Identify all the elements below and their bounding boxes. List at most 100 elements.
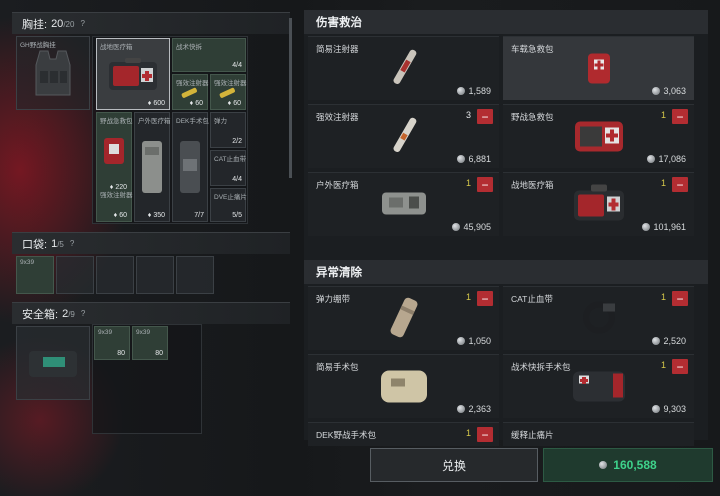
safe-container-slot[interactable] (16, 326, 90, 400)
pouch-slot-4[interactable] (136, 256, 174, 294)
firstaid-icon (104, 137, 124, 164)
exchange-button[interactable]: 兑换 (370, 448, 538, 482)
coin-icon (452, 223, 461, 231)
pouch-slot-2[interactable] (56, 256, 94, 294)
coin-icon (642, 223, 651, 231)
coin-icon (457, 87, 466, 95)
slot-value: ♦ 600 (147, 100, 165, 107)
vest-slot[interactable]: GH野战胸挂 (16, 36, 90, 110)
item-name: 野战急救包 (511, 112, 554, 122)
pouch-header: 口袋: 1/5 ? (12, 232, 290, 254)
item-image (379, 188, 429, 223)
safe-header: 安全箱: 2/9 ? (12, 302, 290, 324)
item-name: 弹力绷带 (316, 294, 351, 304)
item-price: 1,589 (457, 86, 491, 96)
pouch-slot-5[interactable] (176, 256, 214, 294)
minus-button[interactable]: − (672, 177, 688, 192)
cleanse-item-card[interactable]: CAT止血带 1− 2,520 (503, 286, 694, 350)
item-price: 6,881 (457, 154, 491, 164)
inventory-panel: 胸挂: 20/20 ? GH野战胸挂 战地医疗箱 ♦ 600 战术快拆 4/4 … (12, 12, 290, 442)
item-price: 3,063 (652, 86, 686, 96)
outdoor-kit-icon (142, 141, 162, 193)
minus-button[interactable]: − (672, 291, 688, 306)
heal-item-card[interactable]: 车载急救包 3,063 (503, 36, 694, 100)
scrollbar[interactable] (289, 18, 292, 178)
minus-button[interactable]: − (477, 177, 493, 192)
cleanse-item-card[interactable]: DEK野战手术包 1− (308, 422, 499, 446)
category-cleanse: 异常清除 (304, 260, 708, 284)
item-image (391, 45, 417, 94)
item-name: 强效注射器 (316, 112, 359, 122)
item-price: 17,086 (647, 154, 686, 164)
cleanse-item-card[interactable]: 战术快拆手术包 1− 9,303 (503, 354, 694, 418)
slot-painkiller[interactable]: DVE止痛片 5/5 (210, 188, 247, 222)
item-qty: 1 (660, 110, 666, 120)
item-name: 简易注射器 (316, 44, 359, 54)
coin-icon (647, 155, 656, 163)
item-name: 简易手术包 (316, 362, 359, 372)
item-price: 2,363 (457, 404, 491, 414)
item-name: 战术快拆手术包 (511, 362, 571, 372)
item-qty: 1 (465, 428, 471, 438)
dek-kit-icon (180, 141, 200, 193)
slot-injector-b[interactable]: 强效注射器 ♦ 60 (210, 74, 247, 110)
category-heal: 伤害救治 (304, 10, 708, 34)
cleanse-item-card[interactable]: 简易手术包 2,363 (308, 354, 499, 418)
item-price: 2,520 (652, 336, 686, 346)
vest-label: 胸挂: (22, 18, 48, 31)
vest-icon (35, 50, 71, 96)
item-price: 45,905 (452, 222, 491, 232)
help-icon[interactable]: ? (70, 239, 74, 248)
minus-button[interactable]: − (477, 291, 493, 306)
minus-button[interactable]: − (477, 109, 493, 124)
minus-button[interactable]: − (672, 359, 688, 374)
item-image (387, 293, 421, 346)
item-qty: 1 (465, 292, 471, 302)
injector-icon (219, 87, 235, 98)
safe-box-icon (29, 351, 77, 377)
item-name: 战地医疗箱 (511, 180, 554, 190)
minus-button[interactable]: − (672, 109, 688, 124)
item-qty: 1 (660, 292, 666, 302)
pouch-slot-3[interactable] (96, 256, 134, 294)
coin-icon (652, 87, 661, 95)
item-image (582, 47, 616, 92)
slot-tourniquet[interactable]: CAT止血带 4/4 (210, 150, 246, 186)
item-qty: 1 (660, 360, 666, 370)
safe-item-ammo-1[interactable]: 9x39 80 (94, 326, 130, 360)
coin-icon (457, 155, 466, 163)
coin-icon (457, 405, 466, 413)
slot-dek-kit[interactable]: DEK手术包 7/7 (172, 112, 209, 222)
item-price: 1,050 (457, 336, 491, 346)
heal-item-card[interactable]: 强效注射器 3− 6,881 (308, 104, 499, 168)
coin-icon (652, 337, 661, 345)
help-icon[interactable]: ? (80, 19, 84, 28)
total-price: 160,588 (543, 448, 713, 482)
item-image (391, 113, 417, 162)
safe-item-ammo-2[interactable]: 9x39 80 (132, 326, 168, 360)
item-name: CAT止血带 (511, 294, 553, 304)
slot-outdoor-kit[interactable]: 户外医疗箱 ♦ 350 (134, 112, 171, 222)
item-name: DEK野战手术包 (316, 430, 376, 440)
slot-surgery-kit[interactable]: 战术快拆 4/4 (172, 38, 246, 72)
vest-count: 20/20 (51, 17, 75, 30)
heal-item-card[interactable]: 野战急救包 1− 17,086 (503, 104, 694, 168)
slot-bandage[interactable]: 弹力 2/2 (210, 112, 246, 148)
total-value: 160,588 (613, 458, 657, 472)
item-name: 车载急救包 (511, 44, 554, 54)
cleanse-item-card[interactable]: 弹力绷带 1− 1,050 (308, 286, 499, 350)
cleanse-item-card[interactable]: 缓释止痛片 (503, 422, 694, 446)
item-qty: 1 (465, 178, 471, 188)
heal-item-card[interactable]: 户外医疗箱 1− 45,905 (308, 172, 499, 236)
pouch-slot-1[interactable]: 9x39 (16, 256, 54, 294)
item-qty: 1 (660, 178, 666, 188)
injector-icon (181, 87, 197, 98)
heal-item-card[interactable]: 战地医疗箱 1− 101,961 (503, 172, 694, 236)
help-icon[interactable]: ? (81, 309, 85, 318)
slot-firstaid[interactable]: 野战急救包 ♦ 220 强效注射器 ♦ 60 (96, 112, 133, 222)
slot-injector-a[interactable]: 强效注射器 ♦ 60 (172, 74, 209, 110)
slot-medkit-large[interactable]: 战地医疗箱 ♦ 600 (96, 38, 170, 110)
minus-button[interactable]: − (477, 427, 493, 442)
item-name: 缓释止痛片 (511, 430, 554, 440)
heal-item-card[interactable]: 简易注射器 1,589 (308, 36, 499, 100)
